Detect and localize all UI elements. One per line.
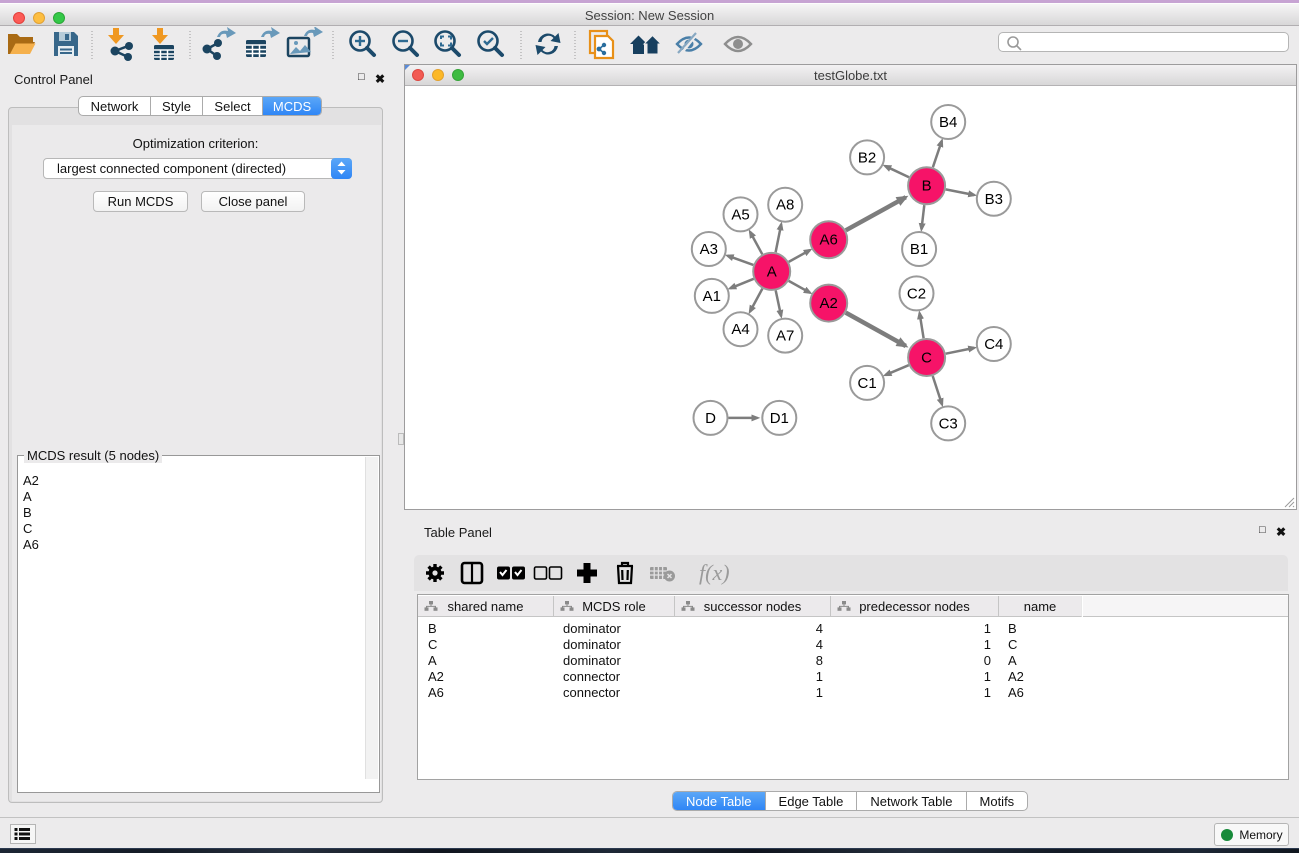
svg-text:B: B	[922, 178, 932, 195]
svg-text:C3: C3	[939, 415, 958, 432]
svg-text:A6: A6	[820, 232, 838, 249]
svg-text:A3: A3	[700, 241, 718, 258]
svg-text:A5: A5	[731, 206, 749, 223]
svg-text:A: A	[767, 263, 777, 280]
svg-text:B1: B1	[910, 241, 928, 258]
svg-text:B3: B3	[985, 191, 1003, 208]
svg-text:C: C	[921, 350, 932, 367]
svg-text:C2: C2	[907, 285, 926, 302]
svg-text:f(x): f(x)	[699, 560, 730, 585]
svg-text:C1: C1	[858, 375, 877, 392]
svg-text:A1: A1	[703, 288, 721, 305]
svg-text:A4: A4	[731, 321, 749, 338]
svg-text:B2: B2	[858, 149, 876, 166]
svg-text:A2: A2	[820, 295, 838, 312]
svg-text:A7: A7	[776, 328, 794, 345]
svg-text:D: D	[705, 410, 716, 427]
svg-text:D1: D1	[770, 410, 789, 427]
svg-text:C4: C4	[984, 336, 1003, 353]
svg-text:B4: B4	[939, 114, 957, 131]
svg-text:A8: A8	[776, 197, 794, 214]
